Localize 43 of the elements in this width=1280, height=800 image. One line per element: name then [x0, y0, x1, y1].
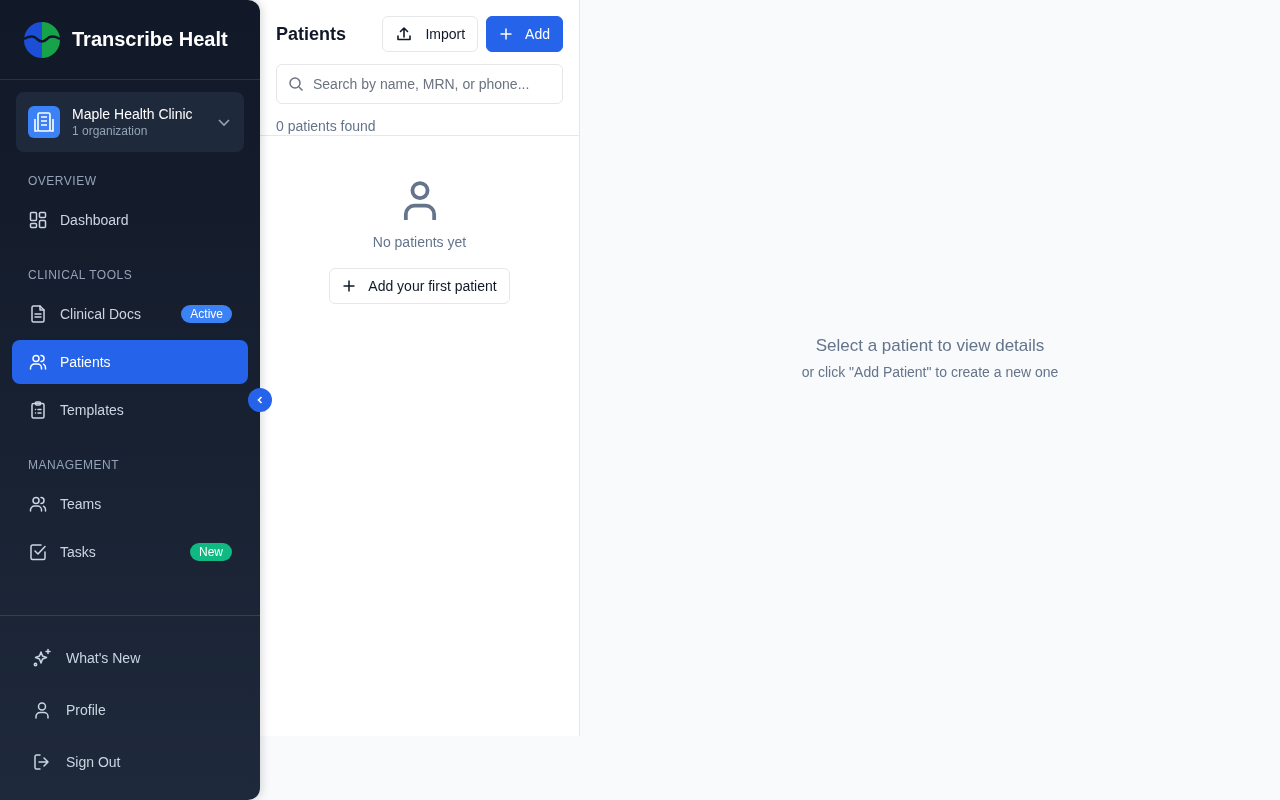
user-icon [32, 700, 52, 720]
plus-icon [342, 279, 357, 293]
nav-item[interactable]: Patients [12, 340, 248, 384]
app-name: Transcribe Healt [72, 28, 228, 51]
user-icon [402, 180, 437, 222]
organization-switcher[interactable]: Maple Health Clinic 1 organization [16, 92, 244, 152]
section-heading: OVERVIEW [27, 173, 98, 190]
nav-item[interactable]: Clinical Docs Active [12, 292, 248, 336]
status-badge: New [190, 543, 232, 561]
checkbox-icon [28, 542, 48, 562]
empty-state-hint: or click "Add Patient" to create a new one [801, 364, 1059, 380]
nav-item[interactable]: Teams [12, 482, 248, 526]
search-field[interactable]: Search by name, MRN, or phone... [276, 64, 563, 104]
footer-link[interactable]: Sign Out [16, 736, 244, 788]
clipboard-icon [28, 400, 48, 420]
panel-title: Patients [276, 23, 348, 45]
footer-link[interactable]: What's New [16, 632, 244, 684]
nav-item[interactable]: Templates [12, 388, 248, 432]
logo-icon [24, 21, 60, 58]
grid-icon [28, 210, 48, 230]
plus-icon [499, 27, 514, 41]
result-count: 0 patients found [276, 118, 377, 134]
empty-state-title: Select a patient to view details [815, 336, 1045, 356]
section-heading: CLINICAL TOOLS [27, 267, 134, 284]
logout-icon [32, 752, 52, 772]
upload-icon [395, 25, 414, 43]
footer-link[interactable]: Profile [16, 684, 244, 736]
import-button[interactable]: Import [382, 16, 479, 52]
status-badge: Active [181, 305, 232, 323]
users-icon [28, 352, 48, 372]
add-first-patient-button[interactable]: Add your first patient [329, 268, 510, 304]
building-icon [28, 106, 60, 138]
organization-name: Maple Health Clinic [72, 106, 194, 122]
document-icon [28, 304, 48, 324]
organization-count: 1 organization [72, 124, 149, 138]
users-icon [28, 494, 48, 514]
empty-message: No patients yet [372, 234, 467, 250]
nav-item[interactable]: Dashboard [12, 198, 248, 242]
nav-item[interactable]: Tasks New [12, 530, 248, 574]
sparkle-icon [32, 648, 52, 668]
add-button[interactable]: Add [486, 16, 563, 52]
collapse-button[interactable] [248, 388, 272, 412]
section-heading: MANAGEMENT [27, 457, 120, 474]
